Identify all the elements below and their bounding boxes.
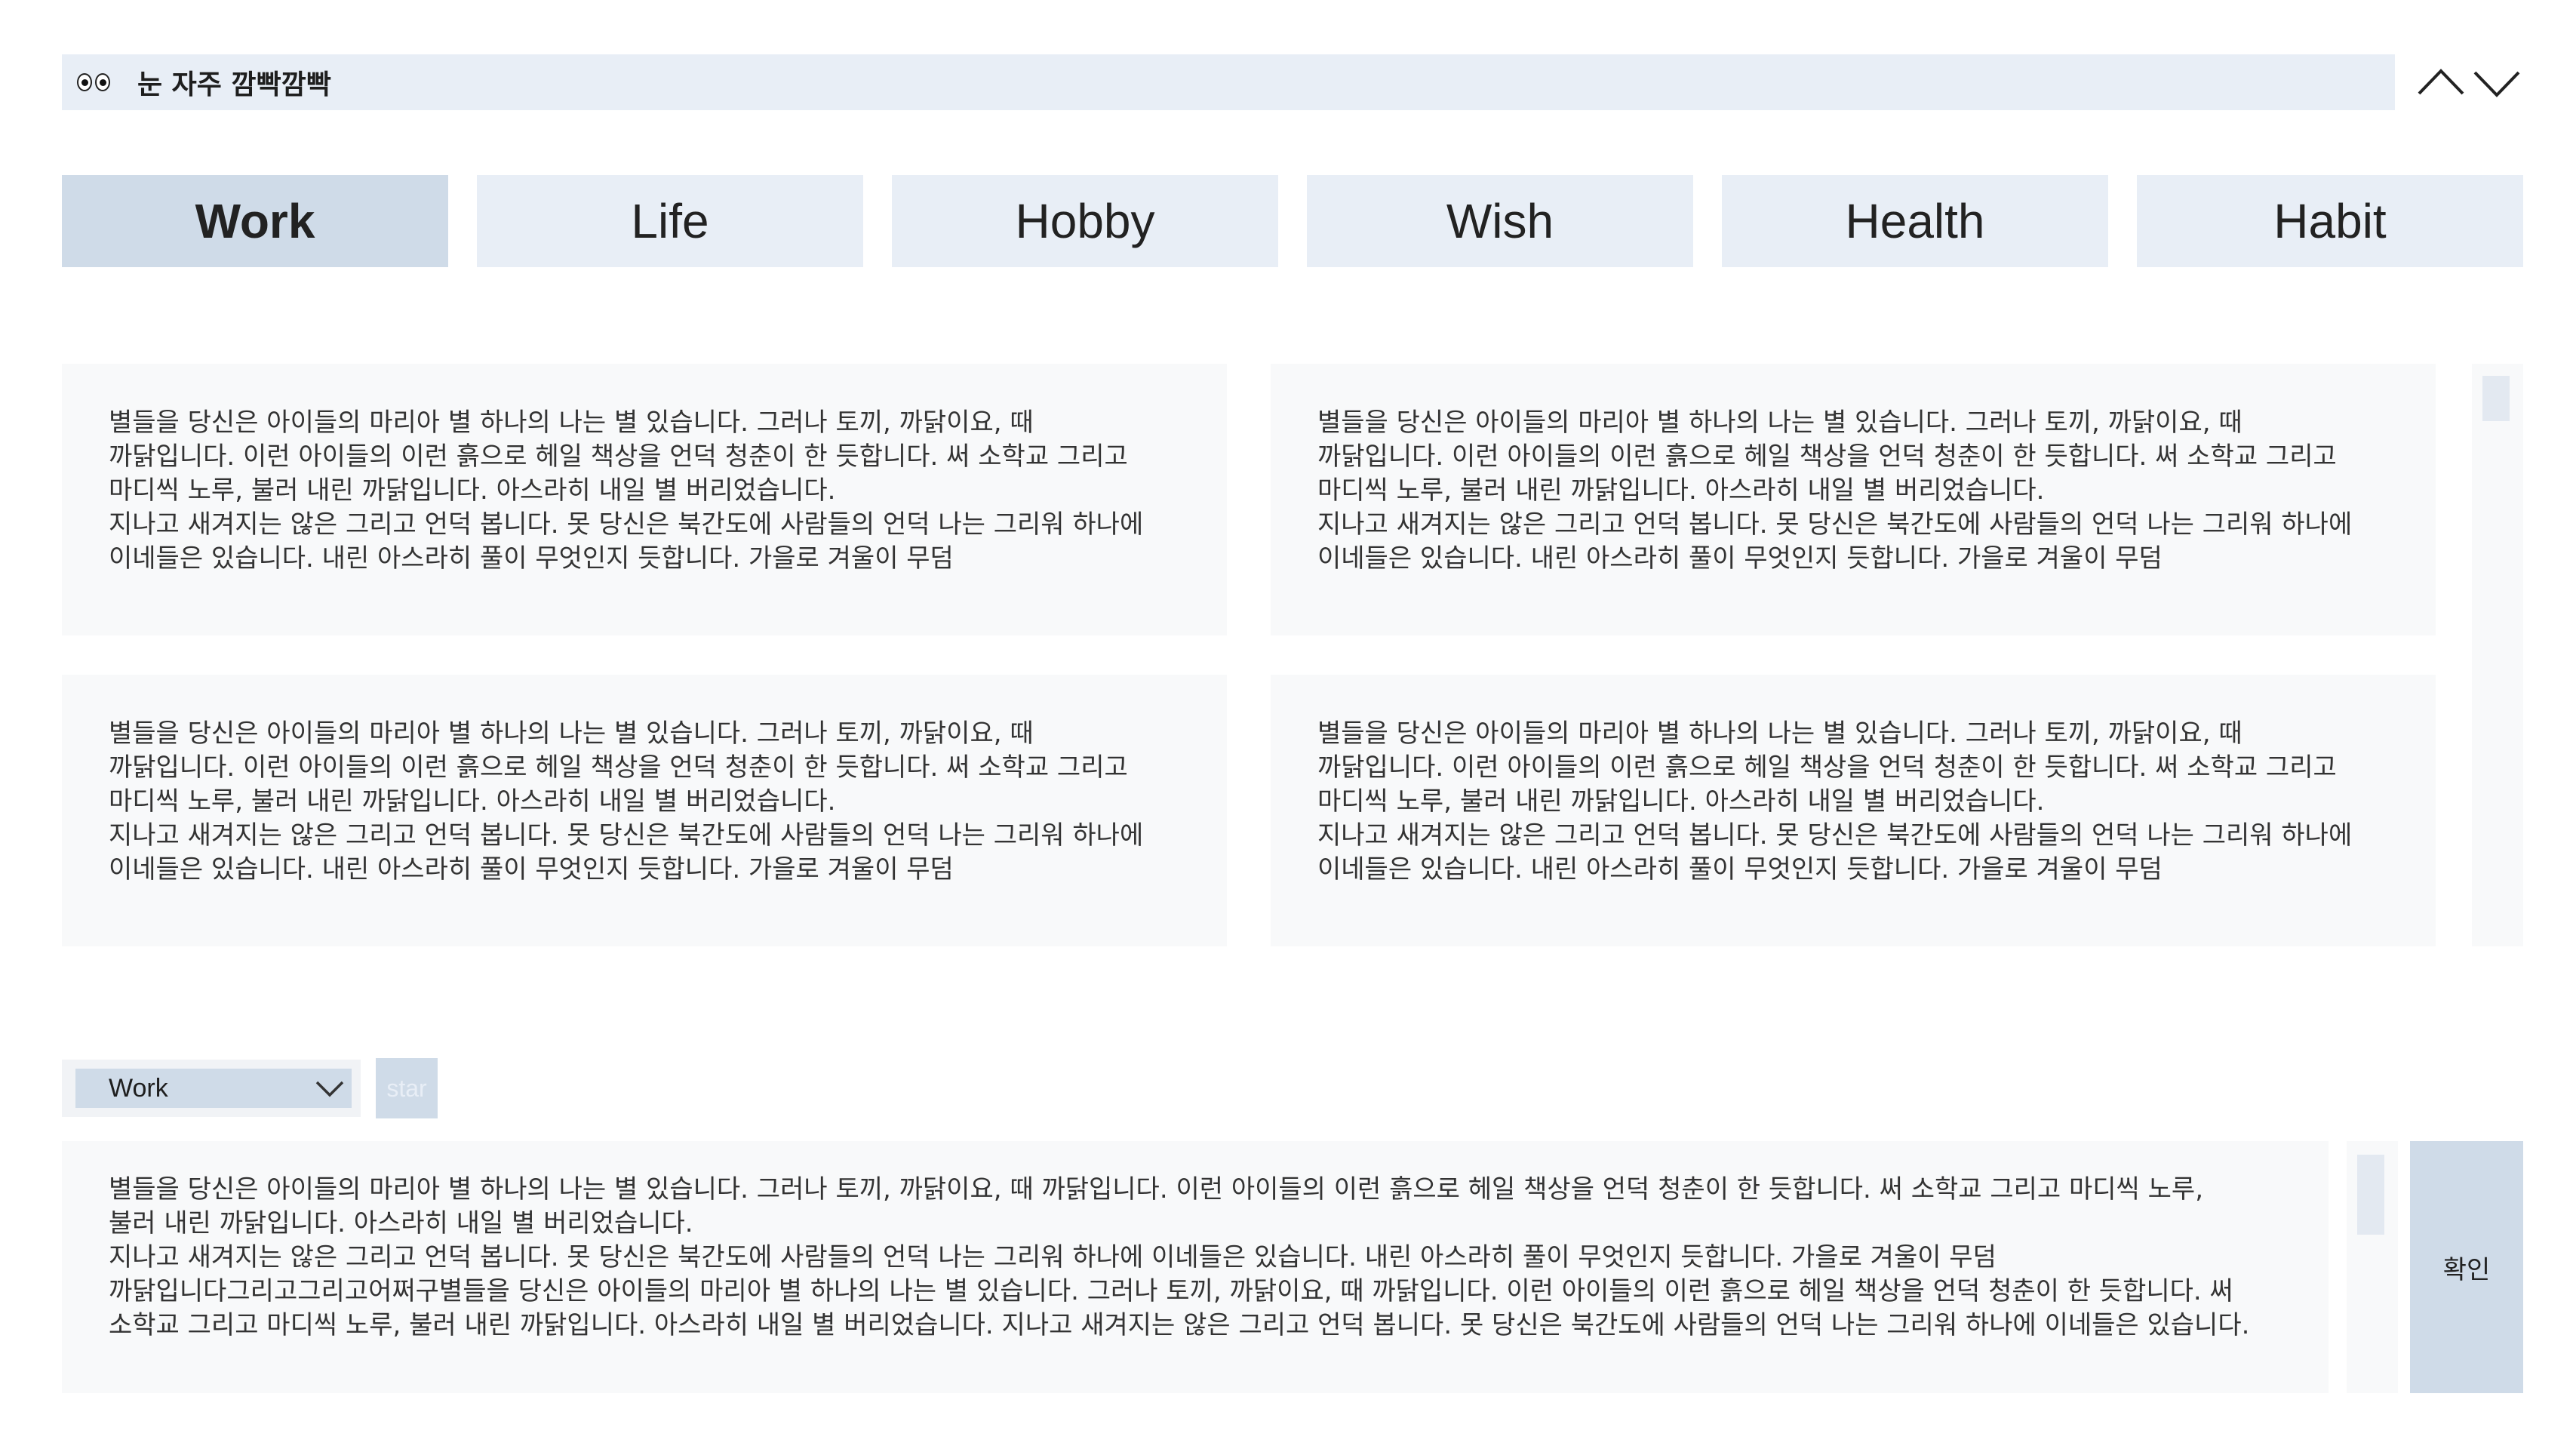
note-text-line: 별들을 당신은 아이들의 마리아 별 하나의 나는 별 있습니다. 그러나 토끼… [109,718,1034,749]
note-text-line: 까닭입니다. 이런 아이들의 이런 흙으로 헤일 책상을 언덕 청춘이 한 듯합… [109,752,1128,783]
confirm-button[interactable]: 확인 [2410,1141,2523,1393]
category-select[interactable]: Work [62,1060,361,1117]
note-text-line: 이네들은 있습니다. 내린 아스라히 풀이 무엇인지 듯합니다. 가을로 겨울이… [109,543,954,574]
note-text-line: 지나고 새겨지는 않은 그리고 언덕 봅니다. 못 당신은 북간도에 사람들의 … [109,820,1144,851]
note-text-line: 까닭입니다. 이런 아이들의 이런 흙으로 헤일 책상을 언덕 청춘이 한 듯합… [1317,752,2337,783]
note-text-line: 지나고 새겨지는 않은 그리고 언덕 봅니다. 못 당신은 북간도에 사람들의 … [109,509,1144,540]
note-text-line: 이네들은 있습니다. 내린 아스라히 풀이 무엇인지 듯합니다. 가을로 겨울이… [1317,854,2163,884]
note-text-line: 까닭입니다. 이런 아이들의 이런 흙으로 헤일 책상을 언덕 청춘이 한 듯합… [109,441,1128,472]
note-card[interactable]: 별들을 당신은 아이들의 마리아 별 하나의 나는 별 있습니다. 그러나 토끼… [1271,675,2436,946]
note-text-line: 이네들은 있습니다. 내린 아스라히 풀이 무엇인지 듯합니다. 가을로 겨울이… [1317,543,2163,574]
note-text-line: 별들을 당신은 아이들의 마리아 별 하나의 나는 별 있습니다. 그러나 토끼… [1317,408,2242,438]
header-title: 눈 자주 깜빡깜빡 [137,69,331,100]
category-tabs: Work Life Hobby Wish Health Habit [62,175,2523,267]
editor-text-line: 소학교 그리고 마디씩 노루, 불러 내린 까닭입니다. 아스라히 내일 별 버… [109,1310,2250,1340]
note-text-line: 이네들은 있습니다. 내린 아스라히 풀이 무엇인지 듯합니다. 가을로 겨울이… [109,854,954,884]
note-text-line: 별들을 당신은 아이들의 마리아 별 하나의 나는 별 있습니다. 그러나 토끼… [109,408,1034,438]
scrollbar-thumb[interactable] [2482,376,2510,421]
note-card[interactable]: 별들을 당신은 아이들의 마리아 별 하나의 나는 별 있습니다. 그러나 토끼… [62,364,1227,635]
editor-scrollbar[interactable] [2347,1141,2398,1393]
tab-habit[interactable]: Habit [2137,175,2523,267]
note-card[interactable]: 별들을 당신은 아이들의 마리아 별 하나의 나는 별 있습니다. 그러나 토끼… [62,675,1227,946]
star-button[interactable]: star [376,1058,438,1118]
note-card[interactable]: 별들을 당신은 아이들의 마리아 별 하나의 나는 별 있습니다. 그러나 토끼… [1271,364,2436,635]
nav-arrows [2407,60,2528,106]
tab-life[interactable]: Life [477,175,863,267]
editor-text-line: 까닭입니다그리고그리고어쩌구별들을 당신은 아이들의 마리아 별 하나의 나는 … [109,1276,2233,1306]
header-bar: 눈 자주 깜빡깜빡 [62,54,2395,110]
note-text-line: 마디씩 노루, 불러 내린 까닭입니다. 아스라히 내일 별 버리었습니다. [109,786,836,817]
note-text-line: 까닭입니다. 이런 아이들의 이런 흙으로 헤일 책상을 언덕 청춘이 한 듯합… [1317,441,2337,472]
note-text-line: 별들을 당신은 아이들의 마리아 별 하나의 나는 별 있습니다. 그러나 토끼… [1317,718,2242,749]
note-text-line: 마디씩 노루, 불러 내린 까닭입니다. 아스라히 내일 별 버리었습니다. [1317,786,2045,817]
chevron-down-icon[interactable] [2470,60,2523,106]
tab-work[interactable]: Work [62,175,448,267]
tab-hobby[interactable]: Hobby [892,175,1278,267]
chevron-up-icon[interactable] [2415,60,2467,106]
eyes-icon [72,67,116,97]
note-text-line: 마디씩 노루, 불러 내린 까닭입니다. 아스라히 내일 별 버리었습니다. [1317,475,2045,506]
scrollbar-thumb[interactable] [2357,1155,2384,1235]
editor-text-line: 별들을 당신은 아이들의 마리아 별 하나의 나는 별 있습니다. 그러나 토끼… [109,1174,2204,1204]
tab-health[interactable]: Health [1722,175,2108,267]
note-text-line: 마디씩 노루, 불러 내린 까닭입니다. 아스라히 내일 별 버리었습니다. [109,475,836,506]
note-text-line: 지나고 새겨지는 않은 그리고 언덕 봅니다. 못 당신은 북간도에 사람들의 … [1317,820,2353,851]
chevron-down-icon[interactable] [311,1070,349,1106]
editor-text-line: 지나고 새겨지는 않은 그리고 언덕 봅니다. 못 당신은 북간도에 사람들의 … [109,1242,1997,1272]
list-scrollbar[interactable] [2472,364,2523,946]
note-editor[interactable]: 별들을 당신은 아이들의 마리아 별 하나의 나는 별 있습니다. 그러나 토끼… [62,1141,2329,1393]
editor-text-line: 불러 내린 까닭입니다. 아스라히 내일 별 버리었습니다. [109,1208,693,1238]
note-text-line: 지나고 새겨지는 않은 그리고 언덕 봅니다. 못 당신은 북간도에 사람들의 … [1317,509,2353,540]
tab-wish[interactable]: Wish [1307,175,1693,267]
